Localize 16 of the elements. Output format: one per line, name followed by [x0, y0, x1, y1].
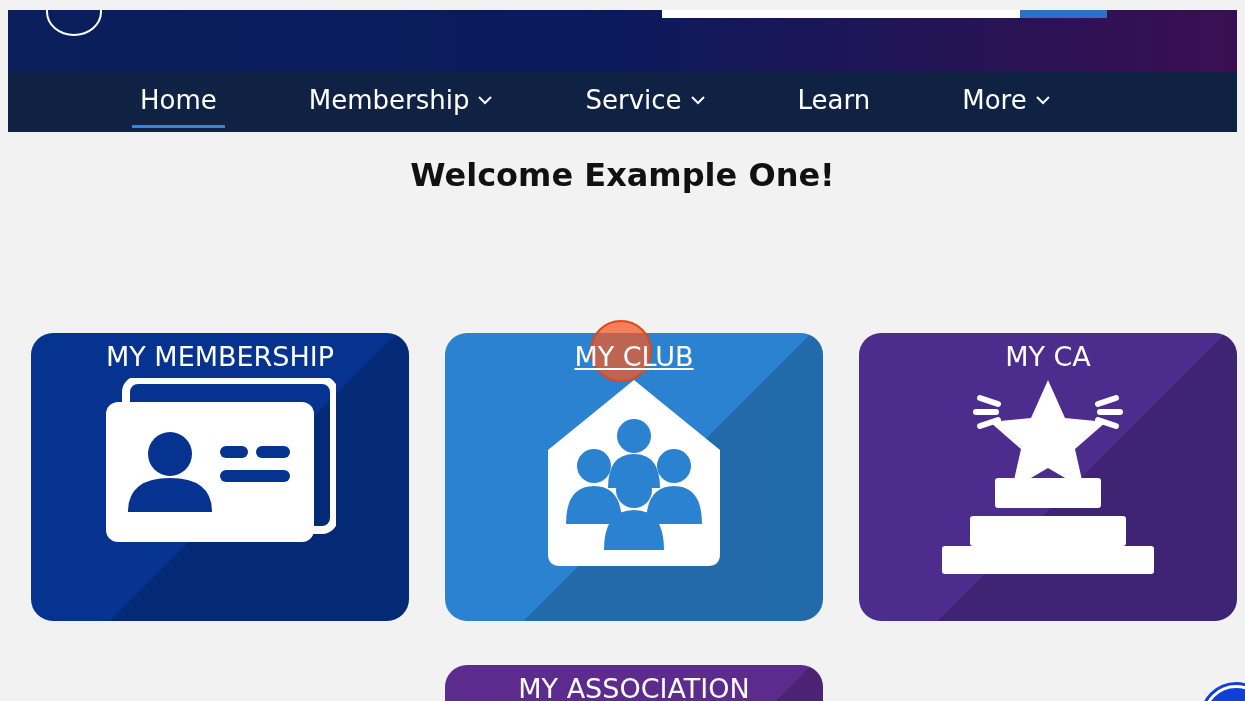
tile-card[interactable]: MY MEMBERSHIP: [31, 333, 409, 621]
nav-tab[interactable]: Learn: [789, 76, 879, 128]
tile-title[interactable]: MY CA: [1005, 341, 1091, 372]
tile-title[interactable]: MY ASSOCIATION: [518, 673, 750, 701]
nav-tab[interactable]: Home: [132, 76, 225, 128]
tile-title[interactable]: MY MEMBERSHIP: [105, 341, 335, 372]
tile-card[interactable]: MY ASSOCIATION: [445, 665, 823, 701]
search-button[interactable]: [1020, 10, 1107, 18]
star-podium-icon: [940, 378, 1156, 574]
nav-tab[interactable]: More: [954, 76, 1059, 128]
welcome-heading: Welcome Example One!: [409, 156, 836, 194]
nav-tab[interactable]: Membership: [300, 76, 502, 128]
nav-tab[interactable]: Service: [577, 76, 714, 128]
house-group-icon: [546, 378, 722, 568]
tile-card[interactable]: MY CA: [859, 333, 1237, 621]
search-field[interactable]: [662, 10, 1020, 18]
